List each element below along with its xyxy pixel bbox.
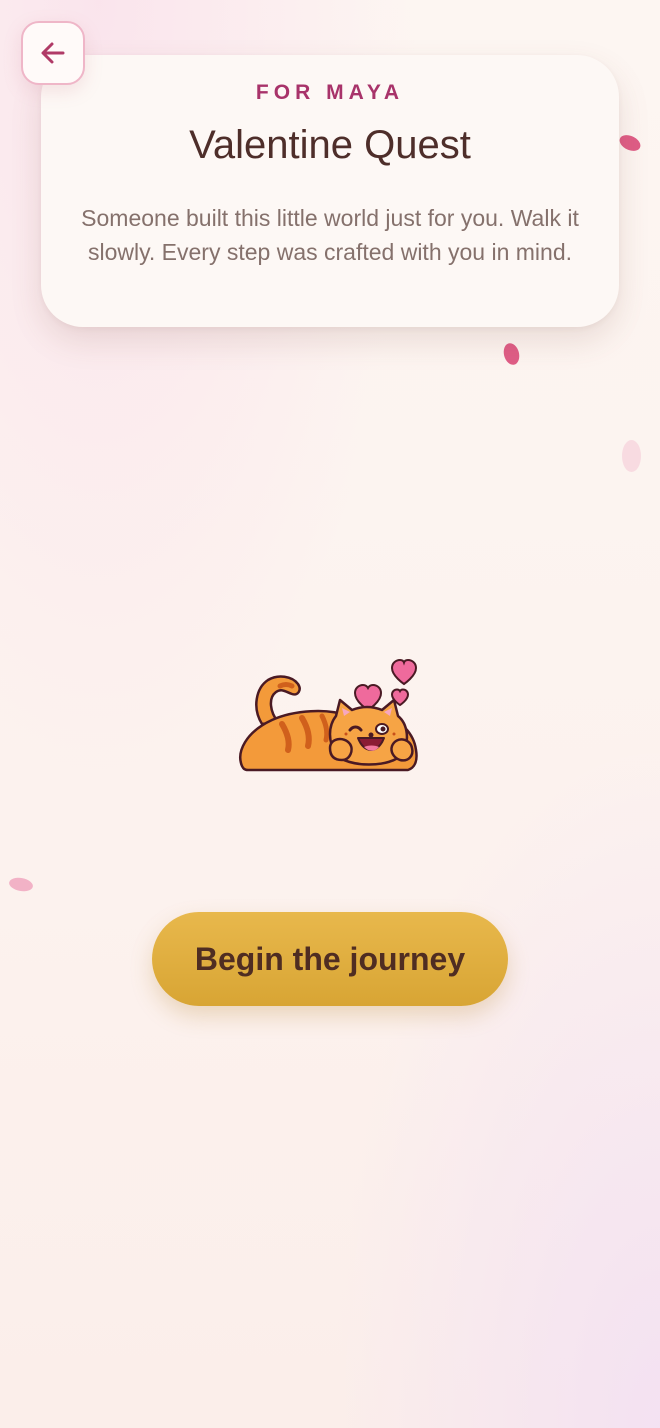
recipient-label: FOR MAYA bbox=[255, 81, 405, 104]
begin-journey-button[interactable]: Begin the journey bbox=[152, 912, 508, 1006]
back-button[interactable] bbox=[21, 21, 85, 85]
arrow-left-icon bbox=[41, 42, 65, 64]
petal-icon bbox=[8, 876, 34, 893]
petal-icon bbox=[617, 132, 643, 154]
cat-with-hearts-icon bbox=[239, 658, 418, 772]
intro-card: FOR MAYA Valentine Quest Someone built t… bbox=[41, 55, 619, 327]
petal-icon bbox=[622, 440, 641, 472]
intro-description: Someone built this little world just for… bbox=[81, 205, 579, 265]
petal-icon bbox=[501, 341, 522, 367]
page-title: Valentine Quest bbox=[189, 123, 471, 167]
